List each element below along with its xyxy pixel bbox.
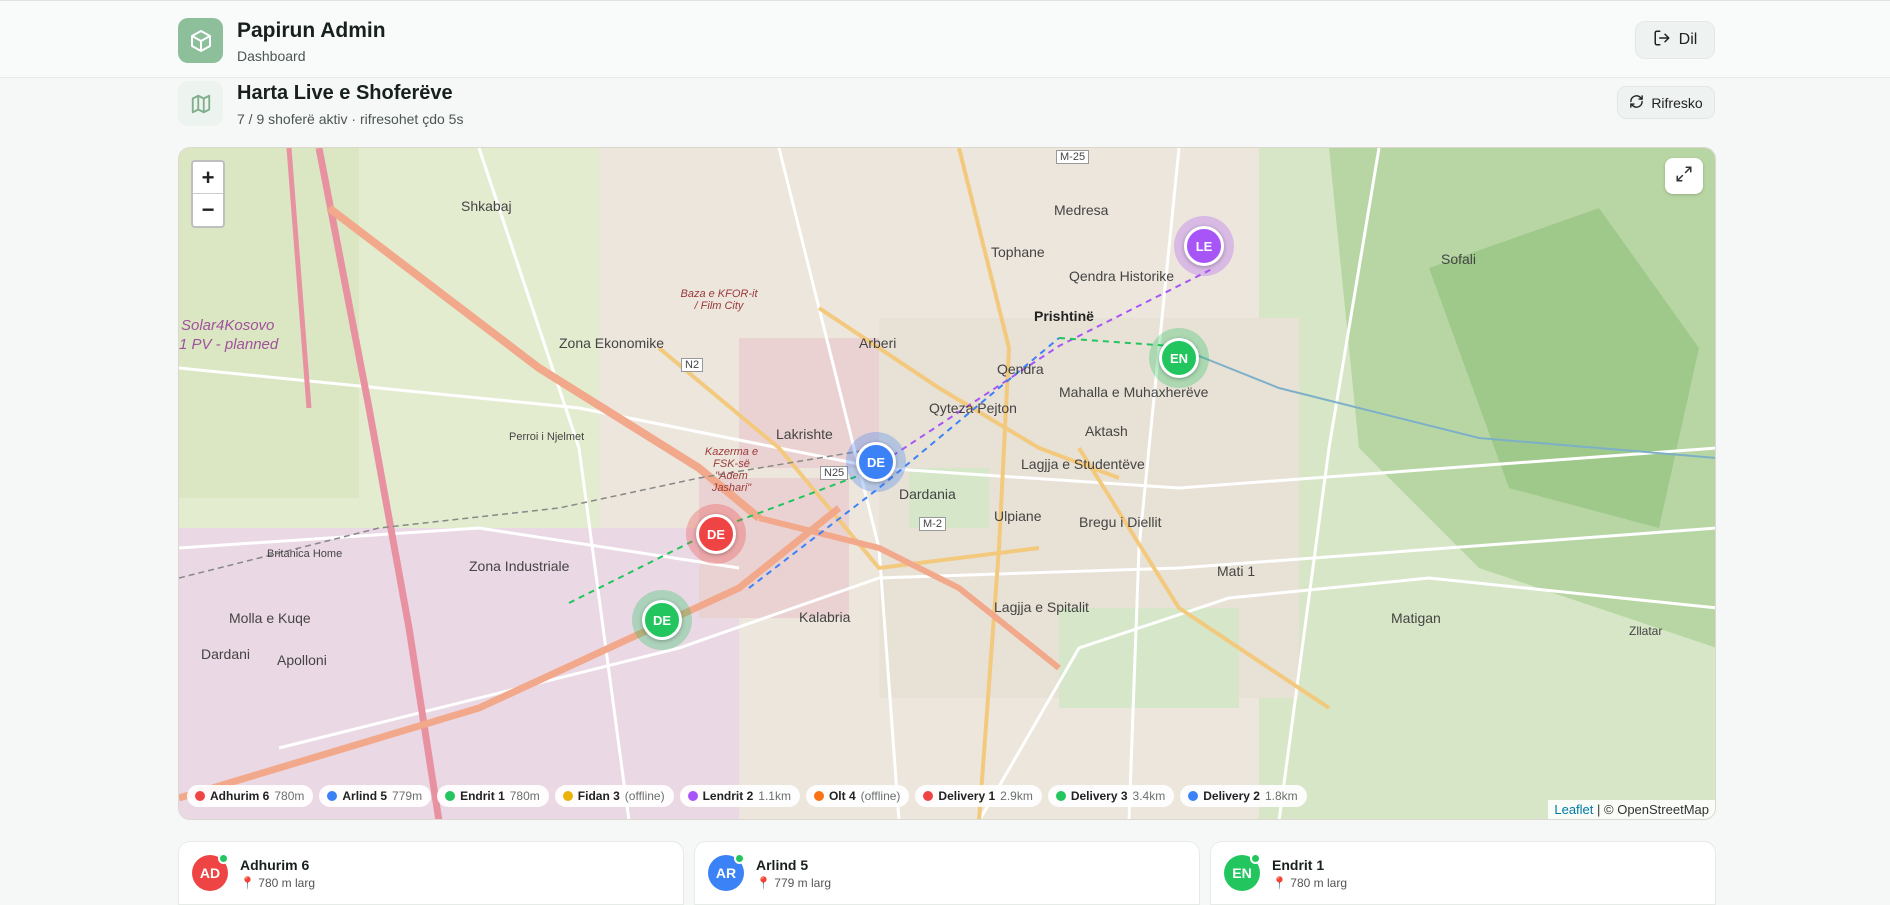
live-map[interactable]: Prishtinë Zona Ekonomike Zona Industrial…: [178, 147, 1716, 820]
status-dot: [687, 791, 698, 801]
expand-icon: [1675, 165, 1693, 188]
legend-distance: 3.4km: [1132, 789, 1166, 803]
status-dot: [813, 791, 824, 801]
pin-icon: 📍: [756, 876, 771, 890]
legend-name: Endrit 1: [460, 789, 505, 803]
status-dot: [562, 791, 573, 801]
driver-name: Endrit 1: [1272, 857, 1325, 873]
driver-distance: 780 m larg: [258, 876, 315, 890]
legend-distance: 1.8km: [1264, 789, 1298, 803]
top-header: Papirun Admin Dashboard Dil: [0, 0, 1890, 78]
refresh-label: Rifresko: [1651, 94, 1703, 111]
driver-name: Adhurim 6: [240, 857, 310, 873]
driver-marker-initials: LE: [1184, 226, 1224, 266]
legend-item[interactable]: Endrit 1 780m: [437, 785, 549, 807]
legend-item[interactable]: Fidan 3 (offline): [554, 785, 674, 807]
fullscreen-button[interactable]: [1665, 158, 1703, 194]
status-dot: [923, 791, 934, 801]
package-icon: [178, 18, 223, 63]
zoom-in-button[interactable]: +: [193, 162, 223, 194]
map-tiles[interactable]: [179, 148, 1716, 820]
section-subtitle: 7 / 9 shoferë aktiv · rifresohet çdo 5s: [237, 111, 464, 127]
status-dot: [327, 791, 338, 801]
status-dot: [1055, 791, 1066, 801]
legend-item[interactable]: Delivery 1 2.9km: [915, 785, 1042, 807]
pin-icon: 📍: [240, 876, 255, 890]
driver-marker-initials: DE: [642, 600, 682, 640]
driver-marker[interactable]: DE: [686, 504, 746, 564]
app-title: Papirun Admin: [237, 19, 386, 42]
legend-distance: (offline): [860, 789, 901, 803]
driver-distance-row: 📍 779 m larg: [756, 876, 831, 890]
driver-marker-initials: EN: [1159, 338, 1199, 378]
status-dot: [1188, 791, 1199, 801]
legend-distance: 1.1km: [758, 789, 791, 803]
legend-name: Delivery 3: [1070, 789, 1128, 803]
osm-attribution[interactable]: | © OpenStreetMap: [1597, 802, 1709, 817]
driver-marker[interactable]: LE: [1174, 216, 1234, 276]
map-attribution: Leaflet | © OpenStreetMap: [1548, 800, 1715, 819]
legend-distance: 2.9km: [1000, 789, 1033, 803]
status-dot: [195, 791, 205, 801]
legend-name: Delivery 2: [1203, 789, 1260, 803]
driver-card[interactable]: AR Arlind 5 📍 779 m larg: [694, 841, 1200, 905]
legend-distance: 779m: [392, 789, 423, 803]
driver-marker[interactable]: DE: [846, 432, 906, 492]
legend-distance: 780m: [509, 789, 540, 803]
driver-card[interactable]: AD Adhurim 6 📍 780 m larg: [178, 841, 684, 905]
driver-card[interactable]: EN Endrit 1 📍 780 m larg: [1210, 841, 1716, 905]
zoom-out-button[interactable]: −: [193, 194, 223, 226]
section-title: Harta Live e Shoferëve: [237, 82, 453, 104]
refresh-button[interactable]: Rifresko: [1617, 86, 1715, 119]
driver-legend: Adhurim 6 780m Arlind 5 779m Endrit 1 780m …: [187, 785, 1307, 807]
driver-distance-row: 📍 780 m larg: [1272, 876, 1347, 890]
legend-distance: (offline): [624, 789, 665, 803]
status-dot: [445, 791, 456, 801]
legend-distance: 780m: [274, 789, 305, 803]
app-subtitle: Dashboard: [237, 48, 306, 64]
legend-item[interactable]: Olt 4 (offline): [805, 785, 910, 807]
leaflet-link[interactable]: Leaflet: [1554, 802, 1593, 817]
online-indicator: [218, 853, 229, 864]
driver-name: Arlind 5: [756, 857, 809, 873]
legend-item[interactable]: Arlind 5 779m: [319, 785, 432, 807]
legend-item[interactable]: Delivery 2 1.8km: [1180, 785, 1307, 807]
legend-name: Delivery 1: [938, 789, 996, 803]
refresh-icon: [1629, 94, 1644, 112]
legend-name: Arlind 5: [342, 789, 388, 803]
legend-item[interactable]: Adhurim 6 780m: [187, 785, 314, 807]
legend-name: Lendrit 2: [702, 789, 754, 803]
legend-item[interactable]: Lendrit 2 1.1km: [679, 785, 800, 807]
logout-button[interactable]: Dil: [1635, 21, 1715, 59]
driver-marker[interactable]: DE: [632, 590, 692, 650]
logout-icon: [1653, 29, 1671, 52]
driver-distance: 779 m larg: [774, 876, 831, 890]
legend-name: Adhurim 6: [210, 789, 270, 803]
pin-icon: 📍: [1272, 876, 1287, 890]
online-indicator: [1250, 853, 1261, 864]
driver-distance-row: 📍 780 m larg: [240, 876, 315, 890]
online-indicator: [734, 853, 745, 864]
legend-name: Olt 4: [828, 789, 856, 803]
logout-label: Dil: [1678, 31, 1698, 48]
zoom-control: + −: [191, 160, 225, 228]
legend-item[interactable]: Delivery 3 3.4km: [1047, 785, 1175, 807]
legend-name: Fidan 3: [577, 789, 620, 803]
driver-marker-initials: DE: [856, 442, 896, 482]
driver-distance: 780 m larg: [1290, 876, 1347, 890]
driver-marker[interactable]: EN: [1149, 328, 1209, 388]
map-icon: [178, 81, 223, 126]
driver-marker-initials: DE: [696, 514, 736, 554]
